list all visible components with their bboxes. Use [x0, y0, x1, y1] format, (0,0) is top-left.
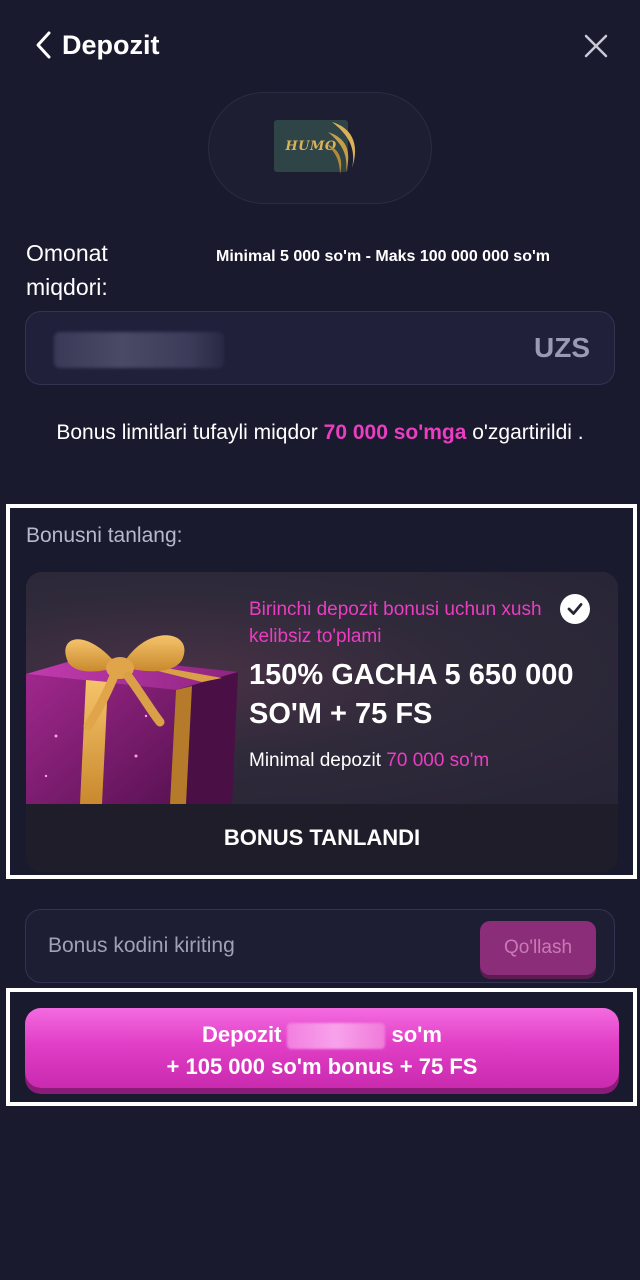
deposit-section: Depozit so'm + 105 000 so'm bonus + 75 FS	[6, 988, 637, 1106]
bonus-min-deposit: Minimal depozit 70 000 so'm	[249, 750, 599, 772]
promo-code-input[interactable]	[48, 928, 468, 964]
bonus-section-label: Bonusni tanlang:	[26, 524, 183, 547]
selected-check-icon	[560, 594, 590, 624]
amount-limits: Minimal 5 000 so'm - Maks 100 000 000 so…	[216, 248, 551, 265]
header: Depozit	[0, 0, 640, 92]
amount-adjusted-notice: Bonus limitlari tufayli miqdor 70 000 so…	[40, 416, 600, 449]
deposit-button[interactable]: Depozit so'm + 105 000 so'm bonus + 75 FS	[25, 1008, 619, 1088]
deposit-line1-prefix: Depozit	[202, 1022, 282, 1047]
humo-logo: HUMO	[274, 120, 366, 176]
bonus-selected-button[interactable]: BONUS TANLANDI	[26, 804, 618, 872]
chevron-left-icon	[36, 31, 51, 59]
bonus-card-banner: Birinchi depozit bonusi uchun xush kelib…	[26, 572, 618, 804]
deposit-line2: + 105 000 so'm bonus + 75 FS	[166, 1054, 478, 1079]
min-deposit-label: Minimal depozit	[249, 750, 387, 771]
notice-text-before: Bonus limitlari tufayli miqdor	[56, 421, 324, 444]
close-button[interactable]	[580, 30, 612, 62]
amount-label: Omonat miqdori:	[26, 240, 108, 300]
payment-method-selector[interactable]: HUMO	[208, 92, 432, 204]
notice-text-after: o'zgartirildi .	[466, 421, 584, 444]
deposit-line1-suffix: so'm	[391, 1022, 442, 1047]
page-title: Depozit	[62, 30, 160, 60]
notice-highlight: 70 000 so'mga	[323, 421, 467, 444]
currency-label: UZS	[534, 332, 590, 363]
bonus-headline: 150% GACHA 5 650 000 SO'M + 75 FS	[249, 659, 574, 730]
min-deposit-value: 70 000 so'm	[386, 750, 490, 771]
close-icon	[584, 34, 608, 58]
humo-wing-icon	[326, 122, 356, 174]
bonus-subtitle: Birinchi depozit bonusi uchun xush kelib…	[249, 599, 542, 647]
promo-code-field: Qo'llash	[25, 909, 615, 983]
back-button[interactable]	[30, 28, 56, 62]
apply-promo-button[interactable]: Qo'llash	[480, 921, 596, 975]
amount-input[interactable]: UZS	[25, 311, 615, 385]
amount-value-redacted	[54, 332, 224, 368]
bonus-section: Bonusni tanlang: Birinchi depozit bonusi…	[6, 504, 637, 879]
gift-box-icon	[26, 635, 238, 804]
deposit-amount-redacted	[287, 1023, 386, 1050]
bonus-card[interactable]: Birinchi depozit bonusi uchun xush kelib…	[26, 572, 618, 872]
